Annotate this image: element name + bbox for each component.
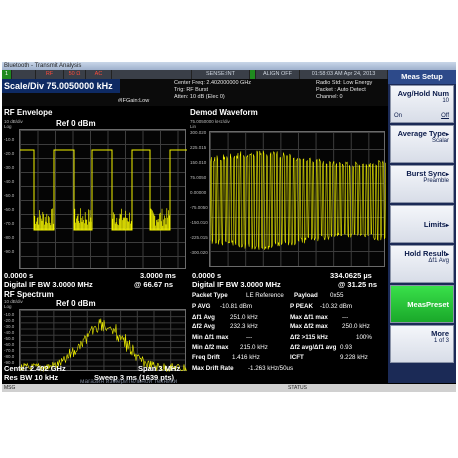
input-rf-indicator: RF — [36, 70, 64, 79]
icft-label: ICFT — [290, 354, 304, 361]
coupling-indicator: AC — [86, 70, 112, 79]
burst-sync-softkey[interactable]: Burst Sync▸ Preamble — [390, 165, 454, 203]
timestamp: 01:58:03 AM Apr 24, 2013 — [300, 70, 388, 79]
trigger-setting: Trig: RF Burst — [174, 87, 209, 93]
status-indicator: STATUS — [288, 385, 307, 391]
radio-standard: Radio Std: Low Energy — [316, 80, 373, 86]
rf-envelope-ref: Ref 0 dBm — [56, 119, 96, 128]
rf-envelope-x-stop: 3.0000 ms — [140, 271, 176, 280]
min-df2-max-value: 215.0 kHz — [240, 344, 268, 351]
watermark: магазин измерительной техники — [80, 378, 178, 385]
attenuation: Atten: 10 dB (Elec 0) — [174, 94, 225, 100]
rf-spectrum-plot — [19, 309, 187, 372]
max-df2-max-label: Max Δf2 max — [290, 323, 328, 330]
rf-indicator — [12, 70, 36, 79]
sense-indicator: SENSE:INT — [192, 70, 250, 79]
rf-spectrum-log: Log — [4, 304, 12, 309]
msg-indicator: MSG — [4, 385, 16, 391]
df2-threshold-value: 100% — [356, 334, 372, 341]
rf-spectrum-trace — [20, 318, 187, 372]
rf-envelope-rate: @ 66.67 ns — [134, 280, 174, 289]
df2-threshold-label: Δf2 >115 kHz — [290, 334, 328, 341]
min-df2-max-label: Min Δf2 max — [192, 344, 229, 351]
max-df1-max-label: Max Δf1 max — [290, 314, 328, 321]
df1-avg-label: Δf1 Avg — [192, 314, 215, 321]
min-df1-max-label: Min Δf1 max — [192, 334, 229, 341]
softkey-menu-title: Meas Setup — [388, 70, 456, 84]
icft-value: 9.228 kHz — [340, 354, 368, 361]
df2-avg-label: Δf2 Avg — [192, 323, 215, 330]
rf-spectrum-res-bw: Res BW 10 kHz — [4, 373, 59, 382]
df-ratio-value: 0.93 — [340, 344, 353, 351]
demod-title: Demod Waveform — [190, 108, 258, 117]
meas-preset-softkey[interactable]: MeasPreset — [390, 285, 454, 323]
scale-per-div[interactable]: Scale/Div 75.0050000 kHz — [2, 79, 120, 93]
limits-softkey[interactable]: Limits▸ — [390, 205, 454, 243]
status-bar: MSG STATUS — [2, 384, 456, 392]
rf-envelope-log: Log — [4, 124, 12, 129]
demod-lin: Lin — [190, 124, 197, 129]
rf-envelope-trace — [20, 149, 187, 231]
rf-envelope-bw: Digital IF BW 3.0000 MHz — [4, 280, 93, 289]
demod-bw: Digital IF BW 3.0000 MHz — [192, 280, 281, 289]
rf-envelope-title: RF Envelope — [4, 108, 53, 117]
freq-drift-value: 1.416 kHz — [232, 354, 260, 361]
packet-type-label: Packet Type — [192, 292, 228, 299]
align-indicator: ALIGN OFF — [256, 70, 300, 79]
freq-drift-label: Freq Drift — [192, 354, 220, 361]
packet-type-value: LE Reference — [246, 292, 284, 299]
p-avg-value: -10.81 dBm — [220, 303, 252, 310]
drift-rate-label: Max Drift Rate — [192, 365, 234, 372]
analyzer-screen: Bluetooth - Transmit Analysis 1 RF 50 Ω … — [2, 62, 456, 392]
demod-trace — [210, 150, 386, 250]
window-title: Bluetooth - Transmit Analysis — [2, 62, 456, 70]
hold-result-softkey[interactable]: Hold Result▸ Δf1 Avg — [390, 245, 454, 283]
demod-x-stop: 334.0625 µs — [330, 271, 372, 280]
drift-rate-value: -1.263 kHz/50us — [248, 365, 294, 372]
blank-indicator — [112, 70, 192, 79]
max-df2-max-value: 250.0 kHz — [342, 323, 370, 330]
packet-detect: Packet : Auto Detect — [316, 87, 366, 93]
demod-top-value: 300.020 — [190, 130, 207, 135]
p-peak-label: P PEAK — [290, 303, 313, 310]
rf-spectrum-y-ticks: -10.0 -20.0 -30.0 -40.0 -50.0 -60.0 -70.… — [4, 312, 15, 365]
rf-spectrum-title: RF Spectrum — [4, 290, 54, 299]
rf-spectrum-ref: Ref 0 dBm — [56, 299, 96, 308]
max-df1-max-value: --- — [342, 314, 349, 321]
channel: Channel: 0 — [316, 94, 343, 100]
avg-hold-num-softkey[interactable]: Avg/Hold Num 10 On Off — [390, 85, 454, 123]
demod-y-ticks: 225.015 150.010 75.0050 0.00000 -75.0050… — [190, 145, 208, 255]
min-df1-max-value: --- — [246, 334, 253, 341]
more-softkey[interactable]: More 1 of 3 — [390, 325, 454, 363]
results-table: Packet Type LE Reference Payload 0x55 P … — [190, 292, 386, 382]
center-freq: Center Freq: 2.402000000 GHz — [174, 80, 252, 86]
rf-spectrum-span: Span 3 MHz — [138, 364, 181, 373]
marker-indicator: 1 — [2, 70, 12, 79]
rf-envelope-x-start: 0.0000 s — [4, 271, 34, 280]
rf-envelope-plot — [19, 129, 187, 269]
p-avg-label: P AVG — [192, 303, 211, 310]
average-type-softkey[interactable]: Average Type▸ Scalar — [390, 125, 454, 163]
demod-plot — [209, 131, 386, 267]
rf-spectrum-center: Center 2.402 GHz — [4, 364, 66, 373]
softkey-panel: Meas Setup Avg/Hold Num 10 On Off Averag… — [388, 70, 456, 383]
payload-value: 0x55 — [330, 292, 344, 299]
p-peak-value: -10.32 dBm — [320, 303, 352, 310]
df1-avg-value: 251.0 kHz — [230, 314, 258, 321]
df2-avg-value: 232.3 kHz — [230, 323, 258, 330]
if-gain: #IFGain:Low — [118, 98, 150, 104]
df-ratio-label: Δf2 avg/Δf1 avg — [290, 344, 337, 351]
rf-envelope-y-ticks: -10.0 -20.0 -30.0 -40.0 -50.0 -60.0 -70.… — [4, 137, 15, 254]
impedance-indicator: 50 Ω — [64, 70, 86, 79]
payload-label: Payload — [294, 292, 318, 299]
demod-x-start: 0.0000 s — [192, 271, 222, 280]
demod-rate: @ 31.25 ns — [338, 280, 378, 289]
